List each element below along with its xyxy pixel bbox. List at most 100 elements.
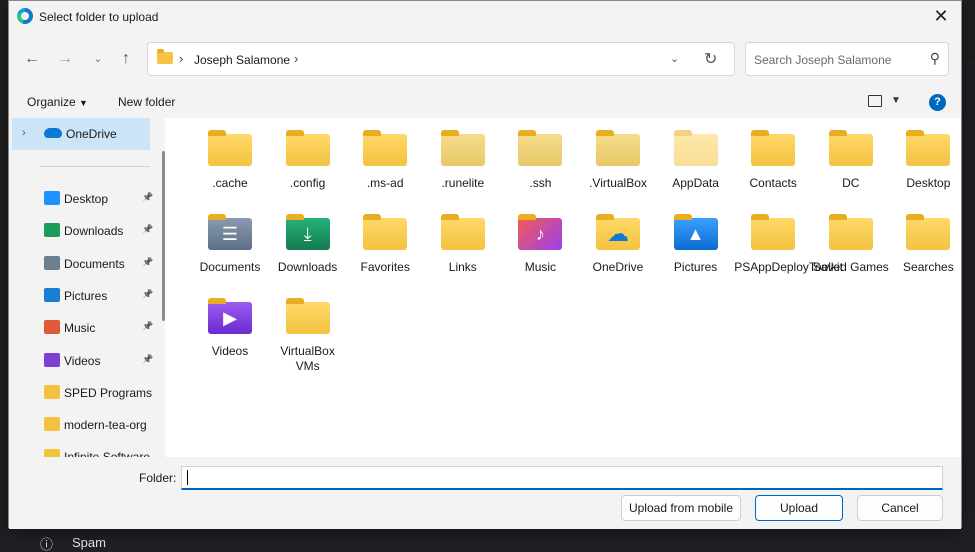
chevron-down-icon[interactable]: ⌄ [670,52,679,65]
folder-item[interactable]: PSAppDeployToolkit [734,214,843,275]
organize-button[interactable]: Organize ▼ [27,95,88,109]
folder-label: VirtualBox VMs [280,344,335,373]
document-icon [44,255,60,270]
folder-item[interactable]: ☁ OneDrive [579,214,657,275]
back-arrow-icon[interactable]: ← [21,48,43,70]
folder-item[interactable]: .config [269,130,347,191]
cancel-button[interactable]: Cancel [857,495,943,521]
folder-icon [440,130,485,166]
refresh-icon[interactable]: ↻ [704,49,717,69]
folder-item[interactable]: Searches [889,214,967,275]
onedrive-folder-icon: ☁ [596,214,640,250]
folder-item[interactable]: ▲ Pictures [657,214,735,275]
folder-view: .cache .config .ms-ad .runelite .ssh .Virtual… [165,118,961,457]
sidebar-item-onedrive[interactable]: › OneDrive [12,118,150,150]
folder-label: Pictures [673,260,718,274]
pin-icon[interactable]: 📌 [142,192,153,203]
upload-button[interactable]: Upload [755,495,843,521]
folder-item[interactable]: ♪ Music [501,214,579,275]
chevron-right-icon[interactable]: › [22,127,26,139]
folder-icon [44,384,60,399]
sidebar-item-documents[interactable]: Documents 📌 [10,249,158,279]
recent-locations-icon[interactable]: ⌄ [87,48,109,70]
pin-icon[interactable]: 📌 [142,354,153,365]
help-icon[interactable]: ? [929,94,946,111]
navigation-bar: ← → ⌄ ↑ › Joseph Salamone › ⌄ ↻ Search J… [9,32,961,82]
title-bar: Select folder to upload ✕ [9,1,961,32]
sidebar-item-label: Videos [64,353,101,368]
folder-item[interactable]: Favorites [346,214,424,275]
folder-icon [285,298,330,334]
up-arrow-icon[interactable]: ↑ [115,48,137,70]
onedrive-icon [44,128,62,138]
close-icon[interactable]: ✕ [931,6,951,26]
folder-item[interactable]: AppData [657,130,735,191]
folder-label: .runelite [441,176,485,190]
folder-item[interactable]: ☰ Documents [191,214,269,275]
folder-item[interactable]: .VirtualBox [579,130,657,191]
search-input[interactable]: Search Joseph Salamone ⚲ [745,42,949,76]
folder-icon [285,130,330,166]
folder-item[interactable]: Links [424,214,502,275]
folder-item[interactable]: Contacts [734,130,812,191]
folder-item[interactable]: VirtualBox VMs [269,298,347,374]
folder-item[interactable]: .ssh [501,130,579,191]
folder-label: OneDrive [592,260,644,274]
pin-icon[interactable]: 📌 [142,289,153,300]
folder-icon [44,449,60,457]
folder-item[interactable]: Saved Games [812,214,890,275]
video-icon [44,352,60,367]
search-icon[interactable]: ⚲ [930,50,940,67]
pin-icon[interactable]: 📌 [142,224,153,235]
folder-icon [673,130,718,166]
search-placeholder: Search Joseph Salamone [754,53,892,67]
folder-name-input[interactable] [181,466,943,490]
folder-label: Folder: [139,471,177,485]
folder-icon [906,130,951,166]
chevron-right-icon[interactable]: › [294,51,298,66]
address-bar[interactable]: › Joseph Salamone › ⌄ ↻ [147,42,735,76]
folder-icon [596,130,640,166]
sidebar-item-music[interactable]: Music 📌 [10,313,158,343]
sidebar-item-label: SPED Programs [64,385,153,400]
sidebar-item-label: OneDrive [66,127,117,141]
folder-label: .ssh [529,176,552,190]
sidebar-item-downloads[interactable]: Downloads 📌 [10,216,158,246]
forward-arrow-icon[interactable]: → [54,48,76,70]
spam-label[interactable]: Spam [72,535,106,550]
upload-dialog: Select folder to upload ✕ ← → ⌄ ↑ › Jose… [8,0,962,529]
folder-item[interactable]: ▶ Videos [191,298,269,359]
pictures-folder-icon: ▲ [673,214,718,250]
sidebar-item-desktop[interactable]: Desktop 📌 [10,184,158,214]
upload-from-mobile-button[interactable]: Upload from mobile [621,495,741,521]
folder-item[interactable]: DC [812,130,890,191]
folder-label: Searches [903,260,954,274]
folder-label: PSAppDeployToolkit [734,260,843,274]
folder-icon [208,130,252,166]
desktop-icon [44,191,60,205]
downloads-folder-icon: ⤓ [285,214,330,250]
sidebar-item-modern-tea-org[interactable]: modern-tea-org [10,410,158,440]
folder-item[interactable]: Desktop [889,130,967,191]
folder-item[interactable]: .runelite [424,130,502,191]
view-options-icon[interactable] [868,95,882,107]
new-folder-button[interactable]: New folder [118,95,175,109]
folder-item[interactable]: .cache [191,130,269,191]
sidebar-item-infinite-software[interactable]: Infinite Software [10,442,158,457]
sidebar-divider [40,166,150,167]
breadcrumb-user[interactable]: Joseph Salamone [194,53,290,67]
sidebar-item-label: Downloads [64,224,124,239]
folder-item[interactable]: .ms-ad [346,130,424,191]
pin-icon[interactable]: 📌 [142,321,153,332]
organize-label: Organize [27,95,76,109]
pin-icon[interactable]: 📌 [142,257,153,268]
chevron-right-icon[interactable]: › [179,51,183,66]
folder-icon [751,130,796,166]
folder-item[interactable]: ⤓ Downloads [269,214,347,275]
folder-icon [440,214,485,250]
videos-folder-icon: ▶ [208,298,252,334]
sidebar-item-sped-programs[interactable]: SPED Programs [10,378,158,408]
chevron-down-icon[interactable]: ▼ [891,95,901,106]
sidebar-item-videos[interactable]: Videos 📌 [10,346,158,376]
sidebar-item-pictures[interactable]: Pictures 📌 [10,281,158,311]
